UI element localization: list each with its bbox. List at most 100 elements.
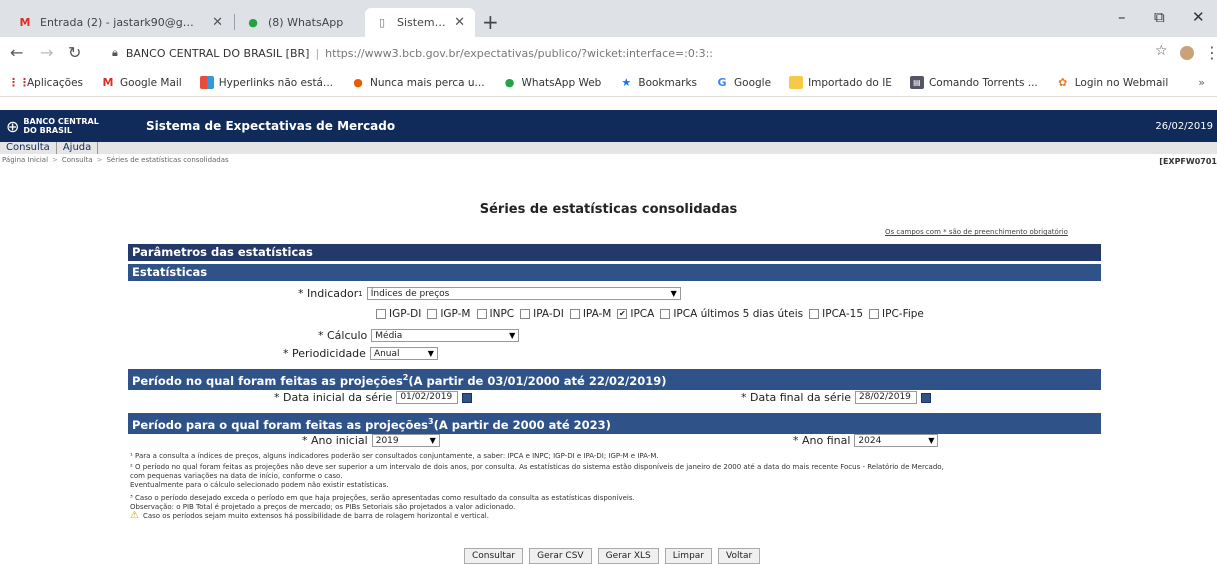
bookmark-label: Google Mail: [120, 76, 182, 89]
bookmark-bookmarks[interactable]: ★ Bookmarks: [619, 76, 697, 89]
tab-divider: [234, 14, 235, 30]
gerar-csv-button[interactable]: Gerar CSV: [529, 548, 592, 564]
checkbox-inpc[interactable]: INPC: [476, 308, 514, 320]
warning-note: ⚠ Caso os períodos sejam muito extensos h…: [130, 510, 489, 521]
footnote-2: ² O período no qual foram feitas as proj…: [130, 463, 944, 471]
checkbox-ipa-m[interactable]: IPA-M: [569, 308, 611, 320]
site-identity: BANCO CENTRAL DO BRASIL [BR]: [125, 46, 310, 60]
bookmark-star-icon[interactable]: ☆: [1155, 43, 1168, 59]
breadcrumb-current: Séries de estatísticas consolidadas: [106, 156, 229, 164]
bookmark-google[interactable]: G Google: [715, 76, 772, 89]
torrent-icon: ▤: [909, 76, 924, 89]
bookmark-comando-torrents[interactable]: ▤ Comando Torrents ...: [909, 76, 1038, 89]
ano-final-select[interactable]: 2024 ▼: [854, 434, 939, 447]
ano-inicial-row: * Ano inicial 2019 ▼: [302, 434, 440, 447]
close-icon[interactable]: ✕: [212, 15, 223, 30]
back-icon[interactable]: ←: [10, 43, 23, 62]
lock-icon: 🔒︎: [112, 46, 118, 59]
page-icon: ▯: [378, 16, 386, 29]
bookmark-webmail[interactable]: ✿ Login no Webmail: [1056, 76, 1168, 89]
calendar-icon[interactable]: [921, 392, 932, 403]
address-bar[interactable]: 🔒︎ BANCO CENTRAL DO BRASIL [BR] | https:…: [112, 41, 1132, 65]
bcb-logo-icon: ⊕: [6, 116, 20, 136]
header-date: 26/02/2019: [1155, 120, 1213, 132]
limpar-button[interactable]: Limpar: [664, 548, 712, 564]
voltar-button[interactable]: Voltar: [718, 548, 761, 564]
bookmark-label: Bookmarks: [638, 76, 698, 89]
data-final-input[interactable]: 28/02/2019: [855, 391, 918, 404]
checkbox-ipca[interactable]: ✔ IPCA: [617, 308, 654, 320]
checkbox-ipa-di[interactable]: IPA-DI: [520, 308, 564, 320]
checkbox-ipca-15[interactable]: IPCA-15: [809, 308, 863, 320]
consultar-button[interactable]: Consultar: [464, 548, 524, 564]
gerar-xls-button[interactable]: Gerar XLS: [597, 548, 659, 564]
breadcrumb-consulta[interactable]: Consulta: [62, 156, 93, 164]
close-icon[interactable]: ✕: [454, 15, 465, 30]
site-menu: Consulta Ajuda: [0, 142, 1217, 154]
url-text: https://www3.bcb.gov.br/expectativas/pub…: [325, 46, 713, 60]
observation-note: Observação: o PIB Total é projetado a pr…: [130, 503, 516, 511]
bcb-logo: ⊕ BANCO CENTRAL DO BRASIL: [6, 117, 146, 136]
indicador-label: * Indicador: [298, 287, 359, 300]
data-inicial-label: * Data inicial da série: [274, 391, 393, 404]
bookmark-label: Importado do IE: [808, 76, 892, 89]
footnote-3: ³ Caso o período desejado exceda o perío…: [130, 494, 635, 502]
new-tab-icon[interactable]: +: [482, 10, 499, 34]
chevron-down-icon: ▼: [928, 436, 935, 445]
restore-icon[interactable]: ⧉: [1154, 8, 1165, 26]
bookmark-google-mail[interactable]: M Google Mail: [101, 76, 182, 89]
ano-inicial-label: * Ano inicial: [302, 434, 368, 447]
checkbox-ipca-5-dias[interactable]: IPCA últimos 5 dias úteis: [660, 308, 803, 320]
whatsapp-icon: ●: [248, 16, 258, 29]
apps-icon: ⋮⋮: [8, 76, 30, 89]
footnote-1: ¹ Para a consulta a índices de preços, a…: [130, 452, 659, 460]
ano-inicial-select[interactable]: 2019 ▼: [371, 434, 440, 447]
browser-tab-strip: M Entrada (2) - jastark90@gmail.co ✕ ● (…: [0, 0, 1217, 37]
avatar[interactable]: [1180, 46, 1194, 60]
site-title: Sistema de Expectativas de Mercado: [146, 119, 396, 133]
calendar-icon[interactable]: [462, 392, 473, 403]
checkbox-igp-m[interactable]: IGP-M: [427, 308, 471, 320]
bookmark-label: WhatsApp Web: [521, 76, 602, 89]
star-icon: ★: [621, 76, 632, 89]
chevron-down-icon: ▼: [509, 331, 516, 340]
periodicidade-select[interactable]: Anual ▼: [369, 347, 438, 360]
bookmark-nunca-mais[interactable]: ● Nunca mais perca u...: [351, 76, 484, 89]
google-icon: G: [717, 76, 727, 89]
bookmark-whatsapp-web[interactable]: ● WhatsApp Web: [503, 76, 602, 89]
data-inicial-input[interactable]: 01/02/2019: [396, 391, 459, 404]
footnote-2-note: Eventualmente para o cálculo selecionado…: [130, 481, 389, 489]
reload-icon[interactable]: ↻: [68, 43, 81, 62]
bookmark-hyperlinks[interactable]: Hyperlinks não está...: [199, 76, 333, 89]
required-note: Os campos com * são de preenchimento obr…: [885, 228, 1068, 236]
bookmark-importado[interactable]: Importado do IE: [789, 76, 892, 89]
bookmark-aplicacoes[interactable]: ⋮⋮ Aplicações: [8, 76, 83, 89]
calculo-select[interactable]: Média ▼: [371, 329, 520, 342]
bookmarks-overflow[interactable]: »: [1198, 76, 1205, 89]
section-stats-header: Estatísticas: [128, 264, 1101, 281]
breadcrumb-home[interactable]: Página Inicial: [2, 156, 48, 164]
form-buttons: Consultar Gerar CSV Gerar XLS Limpar Vol…: [464, 548, 766, 564]
data-inicial-row: * Data inicial da série 01/02/2019: [274, 391, 473, 404]
section-period2-header: Período para o qual foram feitas as proj…: [128, 413, 1101, 434]
menu-consulta[interactable]: Consulta: [0, 142, 57, 154]
minimize-icon[interactable]: –: [1118, 8, 1126, 26]
calculo-label: * Cálculo: [318, 329, 368, 342]
forward-icon[interactable]: →: [40, 43, 53, 62]
bookmark-label: Aplicações: [27, 76, 84, 89]
menu-dots-icon[interactable]: ⋮: [1204, 43, 1217, 62]
grid-icon: [199, 76, 214, 89]
checkbox-ipc-fipe[interactable]: IPC-Fipe: [869, 308, 924, 320]
circle-icon: ●: [353, 76, 363, 89]
indicador-select[interactable]: Índices de preços ▼: [366, 287, 681, 300]
menu-ajuda[interactable]: Ajuda: [57, 142, 99, 154]
tab-sistema-expectativas[interactable]: ▯ Sistema Expectativas ✕: [365, 8, 475, 37]
periodicidade-label: * Periodicidade: [283, 347, 366, 360]
window-close-icon[interactable]: ✕: [1192, 8, 1205, 26]
tab-gmail[interactable]: M Entrada (2) - jastark90@gmail.co ✕: [8, 8, 233, 37]
ano-final-label: * Ano final: [793, 434, 851, 447]
folder-icon: [789, 76, 804, 89]
calculo-row: * Cálculo Média ▼: [318, 329, 520, 342]
checkbox-igp-di[interactable]: IGP-DI: [376, 308, 421, 320]
warning-icon: ⚠: [130, 510, 139, 521]
